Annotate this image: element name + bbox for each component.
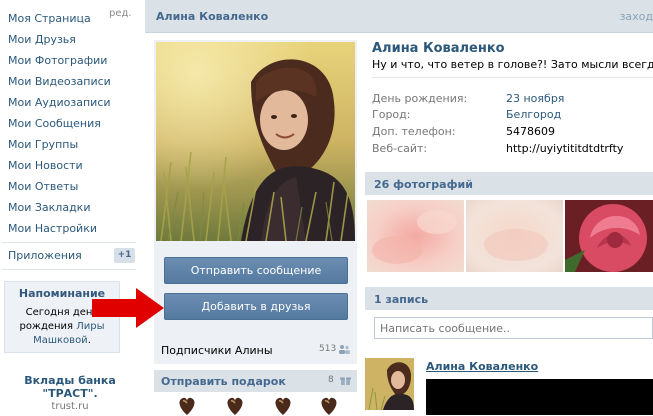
profile-wide-column: Алина Коваленко Ну и что, что ветер в го… — [365, 33, 653, 415]
profile-photo-image — [156, 42, 355, 241]
profile-status: Ну и что, что ветер в голове?! Зато мысл… — [372, 58, 653, 71]
photo-thumbnail[interactable] — [367, 200, 464, 272]
subscribers-count: 513 — [319, 344, 337, 354]
wall-post-avatar[interactable] — [365, 358, 414, 410]
info-value-website[interactable]: http://uyiytititdtdtrfty — [506, 142, 623, 155]
gift-icon[interactable] — [271, 394, 295, 416]
reminder-text-after: . — [87, 335, 91, 346]
photo-thumbnail-image — [367, 200, 464, 272]
menu-item-label: Приложения — [8, 249, 82, 262]
photo-thumbnail-image — [565, 200, 653, 272]
menu-item-bookmarks[interactable]: Мои Закладки — [0, 197, 135, 218]
menu-item-apps[interactable]: Приложения +1 — [0, 245, 135, 266]
info-label-city: Город: — [372, 108, 411, 121]
photo-thumbnail[interactable] — [565, 200, 653, 272]
menu-divider — [2, 269, 136, 270]
wall-post-input[interactable] — [374, 317, 653, 339]
menu-edit-link[interactable]: ред. — [109, 8, 132, 19]
menu-item-answers[interactable]: Мои Ответы — [0, 176, 135, 197]
gift-icon[interactable] — [175, 394, 199, 416]
avatar-box: Отправить сообщение Добавить в друзья — [154, 40, 357, 364]
menu-item-settings[interactable]: Мои Настройки — [0, 218, 135, 239]
photos-section-header[interactable]: 26 фотографий — [365, 172, 653, 195]
header-last-seen: заход — [619, 10, 653, 23]
info-value-birthday[interactable]: 23 ноября — [506, 92, 564, 105]
info-label-phone: Доп. телефон: — [372, 125, 456, 138]
subscribers-link[interactable]: Подписчики Алины — [161, 344, 273, 357]
red-arrow-annotation — [92, 288, 164, 328]
send-gift-bar[interactable]: Отправить подарок 8 — [154, 370, 357, 392]
ad-url: trust.ru — [51, 401, 89, 412]
menu-item-messages[interactable]: Мои Сообщения — [0, 113, 135, 134]
menu-divider — [2, 242, 136, 243]
gift-box-icon — [340, 377, 351, 385]
send-message-button[interactable]: Отправить сообщение — [164, 257, 348, 284]
send-gift-label: Отправить подарок — [161, 375, 286, 388]
menu-item-videos[interactable]: Мои Видеозаписи — [0, 71, 135, 92]
wall-post-media[interactable] — [426, 379, 653, 415]
info-label-birthday: День рождения: — [372, 92, 468, 105]
info-value-city[interactable]: Белгород — [506, 108, 561, 121]
profile-photo[interactable] — [156, 42, 355, 241]
apps-count-badge: +1 — [114, 248, 135, 263]
ad-title[interactable]: Вклады банка "ТРАСТ". — [0, 374, 140, 400]
avatar — [365, 358, 414, 410]
menu-item-label: Моя Страница — [8, 12, 91, 25]
info-value-phone: 5478609 — [506, 125, 555, 138]
wall-post-author[interactable]: Алина Коваленко — [426, 360, 538, 373]
ad-block[interactable]: Вклады банка "ТРАСТ". trust.ru — [0, 374, 140, 412]
gift-icon[interactable] — [317, 394, 341, 416]
menu-item-news[interactable]: Мои Новости — [0, 155, 135, 176]
gift-count: 8 — [328, 375, 334, 385]
gift-icon[interactable] — [223, 394, 247, 416]
page-header: Алина Коваленко заход — [145, 0, 653, 33]
menu-item-audio[interactable]: Мои Аудиозаписи — [0, 92, 135, 113]
profile-narrow-column: Отправить сообщение Добавить в друзья По… — [145, 33, 365, 415]
wall-section-header[interactable]: 1 запись — [365, 287, 653, 310]
photo-thumbnail[interactable] — [466, 200, 563, 272]
info-divider — [372, 77, 653, 78]
photo-thumbnail-image — [466, 200, 563, 272]
menu-item-groups[interactable]: Мои Группы — [0, 134, 135, 155]
info-label-website: Веб-сайт: — [372, 142, 428, 155]
menu-item-photos[interactable]: Мои Фотографии — [0, 50, 135, 71]
menu-item-friends[interactable]: Мои Друзья — [0, 29, 135, 50]
wall-count-label: 1 запись — [374, 293, 429, 306]
header-name: Алина Коваленко — [156, 10, 269, 23]
photos-count-label: 26 фотографий — [374, 178, 473, 191]
add-friend-button[interactable]: Добавить в друзья — [164, 293, 348, 320]
profile-name: Алина Коваленко — [372, 41, 505, 56]
people-icon — [339, 345, 350, 354]
